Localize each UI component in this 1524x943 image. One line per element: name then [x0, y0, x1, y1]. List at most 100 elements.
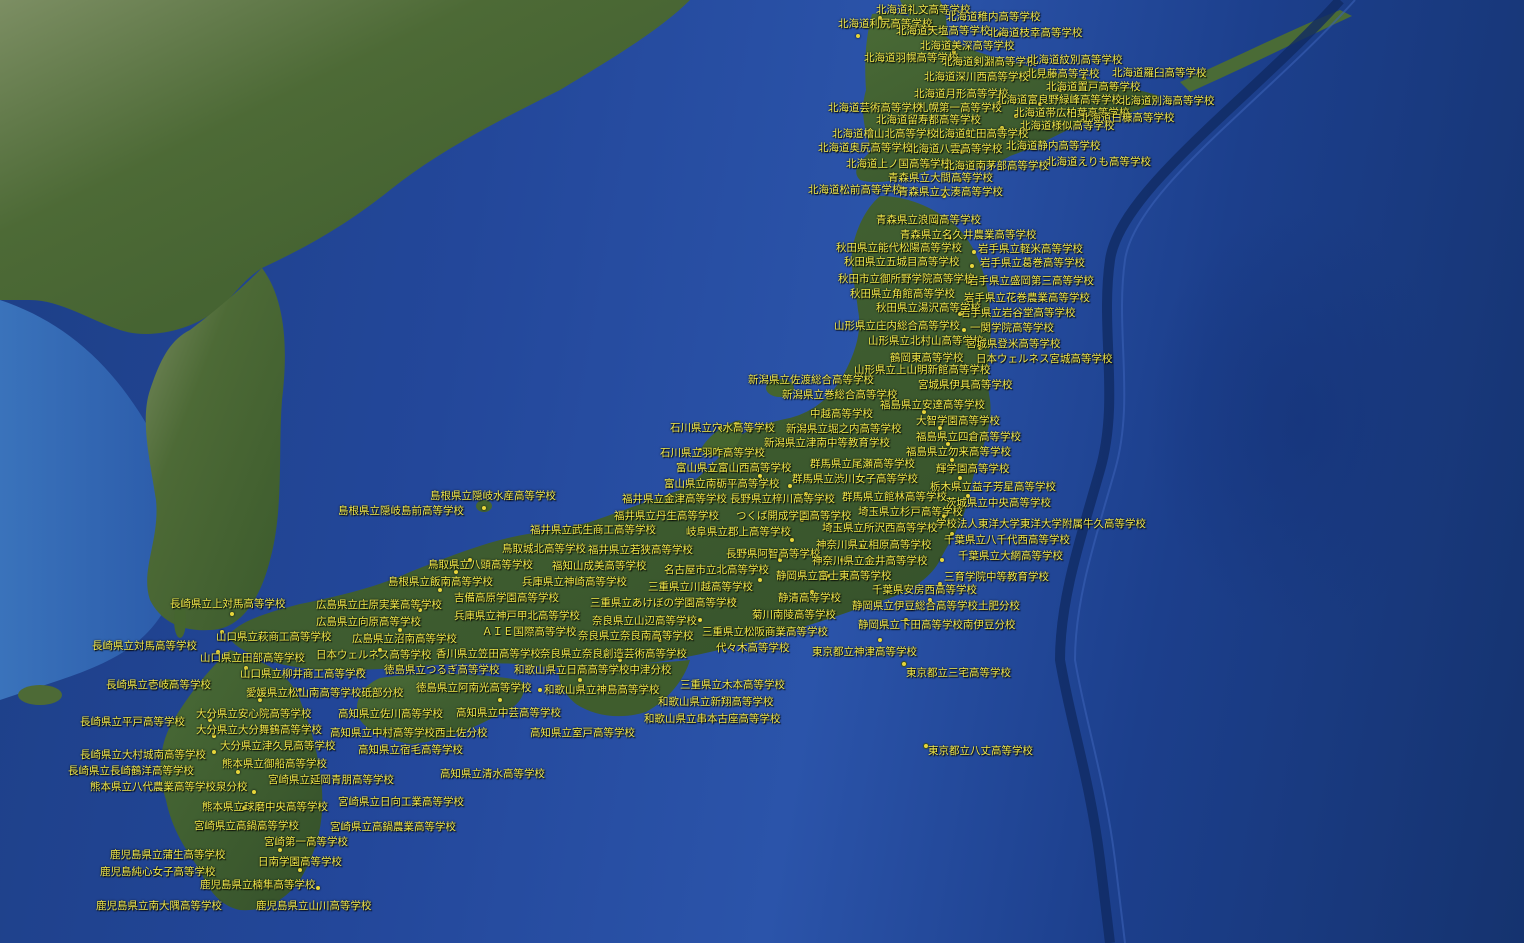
school-label[interactable]: 北海道富良野緑峰高等学校 — [996, 94, 1122, 106]
school-label[interactable]: 熊本県立球磨中央高等学校 — [202, 801, 328, 813]
school-label[interactable]: 北海道芸術高等学校 — [828, 102, 923, 114]
school-label[interactable]: 岩手県立盛岡第三高等学校 — [968, 275, 1094, 287]
school-label[interactable]: 秋田市立御所野学院高等学校 — [838, 273, 975, 285]
school-label[interactable]: 北海道置戸高等学校 — [1046, 81, 1141, 93]
school-label[interactable]: 北海道紋別高等学校 — [1028, 54, 1123, 66]
school-label[interactable]: 三重県立あけぼの学園高等学校 — [590, 597, 737, 609]
school-label[interactable]: 新潟県立津南中等教育学校 — [764, 437, 890, 449]
school-label[interactable]: 三重県立木本高等学校 — [680, 679, 785, 691]
school-label[interactable]: 長野県立梓川高等学校 — [730, 493, 835, 505]
school-marker[interactable] — [950, 458, 954, 462]
school-label[interactable]: 青森県立浪岡高等学校 — [876, 214, 981, 226]
school-label[interactable]: 島根県立飯南高等学校 — [388, 576, 493, 588]
school-label[interactable]: 三重県立松阪商業高等学校 — [702, 626, 828, 638]
school-label[interactable]: 高知県立中村高等学校西土佐分校 — [330, 727, 488, 739]
school-label[interactable]: 宮崎県立高鍋高等学校 — [194, 820, 299, 832]
school-label[interactable]: 鹿児島県立南大隅高等学校 — [96, 900, 222, 912]
school-label[interactable]: 北海道枝幸高等学校 — [988, 27, 1083, 39]
school-label[interactable]: 静岡県立下田高等学校南伊豆分校 — [858, 619, 1016, 631]
school-label[interactable]: 北海道別海高等学校 — [1120, 95, 1215, 107]
school-label[interactable]: 千葉県立八千代西高等学校 — [944, 534, 1070, 546]
school-label[interactable]: 北海道剣淵高等学校 — [942, 56, 1037, 68]
school-marker[interactable] — [498, 698, 502, 702]
school-label[interactable]: 秋田県立能代松陽高等学校 — [836, 242, 962, 254]
school-label[interactable]: 北海道月形高等学校 — [914, 88, 1009, 100]
school-label[interactable]: 北海道虻田高等学校 — [934, 128, 1029, 140]
school-label[interactable]: 菊川南陵高等学校 — [752, 609, 836, 621]
school-marker[interactable] — [298, 868, 302, 872]
school-label[interactable]: 広島県立向原高等学校 — [316, 616, 421, 628]
school-label[interactable]: 熊本県立御船高等学校 — [222, 758, 327, 770]
school-label[interactable]: 広島県立沼南高等学校 — [352, 633, 457, 645]
school-label[interactable]: 石川県立羽咋高等学校 — [660, 447, 765, 459]
school-label[interactable]: 福島県立四倉高等学校 — [916, 431, 1021, 443]
school-label[interactable]: 三重県立川越高等学校 — [648, 581, 753, 593]
school-marker[interactable] — [962, 328, 966, 332]
school-label[interactable]: 広島県立庄原実業高等学校 — [316, 599, 442, 611]
school-label[interactable]: 山形県立上山明新館高等学校 — [854, 364, 991, 376]
school-label[interactable]: 福井県立丹生高等学校 — [614, 510, 719, 522]
school-label[interactable]: 岩手県立葛巻高等学校 — [980, 257, 1085, 269]
school-label[interactable]: 大分県立大分舞鶴高等学校 — [196, 724, 322, 736]
school-label[interactable]: 静岡県立伊豆総合高等学校土肥分校 — [852, 600, 1020, 612]
school-label[interactable]: 宮崎第一高等学校 — [264, 836, 348, 848]
school-label[interactable]: 大智学園高等学校 — [916, 415, 1000, 427]
school-label[interactable]: 長崎県立長崎鶴洋高等学校 — [68, 765, 194, 777]
school-label[interactable]: 北海道檜山北高等学校 — [832, 128, 937, 140]
school-marker[interactable] — [972, 250, 976, 254]
school-label[interactable]: 山口県立萩商工高等学校 — [216, 631, 332, 643]
school-label[interactable]: 北海道深川西高等学校 — [924, 71, 1029, 83]
school-label[interactable]: 宮崎県立日向工業高等学校 — [338, 796, 464, 808]
school-label[interactable]: 大分県立安心院高等学校 — [196, 708, 312, 720]
school-label[interactable]: 高知県立清水高等学校 — [440, 768, 545, 780]
school-label[interactable]: 神奈川県立相原高等学校 — [816, 539, 932, 551]
school-label[interactable]: 高知県立室戸高等学校 — [530, 727, 635, 739]
school-label[interactable]: 秋田県立角館高等学校 — [850, 288, 955, 300]
school-label[interactable]: 千葉県立大網高等学校 — [958, 550, 1063, 562]
school-marker[interactable] — [856, 34, 860, 38]
school-label[interactable]: 中越高等学校 — [810, 408, 873, 420]
school-label[interactable]: 鹿児島県立山川高等学校 — [256, 900, 372, 912]
school-label[interactable]: 札幌第一高等学校 — [918, 102, 1002, 114]
school-label[interactable]: 宮崎県立高鍋農業高等学校 — [330, 821, 456, 833]
school-label[interactable]: 和歌山県立神島高等学校 — [544, 684, 660, 696]
school-label[interactable]: 北海道留寿都高等学校 — [876, 114, 981, 126]
school-label[interactable]: 岩手県立軽米高等学校 — [978, 243, 1083, 255]
school-label[interactable]: 奈良県立山辺高等学校 — [592, 615, 697, 627]
school-label[interactable]: 北海道えりも高等学校 — [1046, 156, 1151, 168]
school-marker[interactable] — [230, 612, 234, 616]
school-label[interactable]: 群馬県立渋川女子高等学校 — [792, 473, 918, 485]
school-label[interactable]: 石川県立穴水高等学校 — [670, 422, 775, 434]
school-label[interactable]: 鹿児島県立蒲生高等学校 — [110, 849, 226, 861]
school-label[interactable]: 北海道奥尻高等学校 — [818, 142, 913, 154]
school-label[interactable]: 北海道八雲高等学校 — [908, 143, 1003, 155]
school-label[interactable]: 福井県立金津高等学校 — [622, 493, 727, 505]
school-label[interactable]: 日本ウェルネス高等学校 — [316, 649, 432, 661]
school-label[interactable]: 北海道稚内高等学校 — [946, 11, 1041, 23]
school-label[interactable]: 北海道静内高等学校 — [1006, 140, 1101, 152]
school-label[interactable]: 栃木県立益子芳星高等学校 — [930, 481, 1056, 493]
school-marker[interactable] — [538, 688, 542, 692]
school-label[interactable]: 岐阜県立郡上高等学校 — [686, 526, 791, 538]
school-marker[interactable] — [902, 662, 906, 666]
school-label[interactable]: 宮城県登米高等学校 — [966, 338, 1061, 350]
school-label[interactable]: 兵庫県立神戸甲北高等学校 — [454, 610, 580, 622]
school-marker[interactable] — [698, 618, 702, 622]
school-label[interactable]: 北海道南茅部高等学校 — [944, 160, 1049, 172]
school-marker[interactable] — [398, 628, 402, 632]
school-label[interactable]: 群馬県立館林高等学校 — [842, 491, 947, 503]
school-label[interactable]: 三育学院中等教育学校 — [944, 571, 1049, 583]
school-label[interactable]: 新潟県立堀之内高等学校 — [786, 423, 902, 435]
school-marker[interactable] — [940, 558, 944, 562]
school-label[interactable]: 宮城県伊具高等学校 — [918, 379, 1013, 391]
school-label[interactable]: 青森県立名久井農業高等学校 — [900, 229, 1037, 241]
school-label[interactable]: 千葉県安房西高等学校 — [872, 584, 977, 596]
school-marker[interactable] — [578, 678, 582, 682]
school-label[interactable]: 青森県立大間高等学校 — [888, 172, 993, 184]
school-label[interactable]: 東京都立神津高等学校 — [812, 646, 917, 658]
school-label[interactable]: 大分県立津久見高等学校 — [220, 740, 336, 752]
school-label[interactable]: 輝学園高等学校 — [936, 463, 1010, 475]
school-label[interactable]: 香川県立笠田高等学校 — [436, 648, 541, 660]
school-label[interactable]: 島根県立隠岐島前高等学校 — [338, 505, 464, 517]
school-label[interactable]: 長崎県立平戸高等学校 — [80, 716, 185, 728]
